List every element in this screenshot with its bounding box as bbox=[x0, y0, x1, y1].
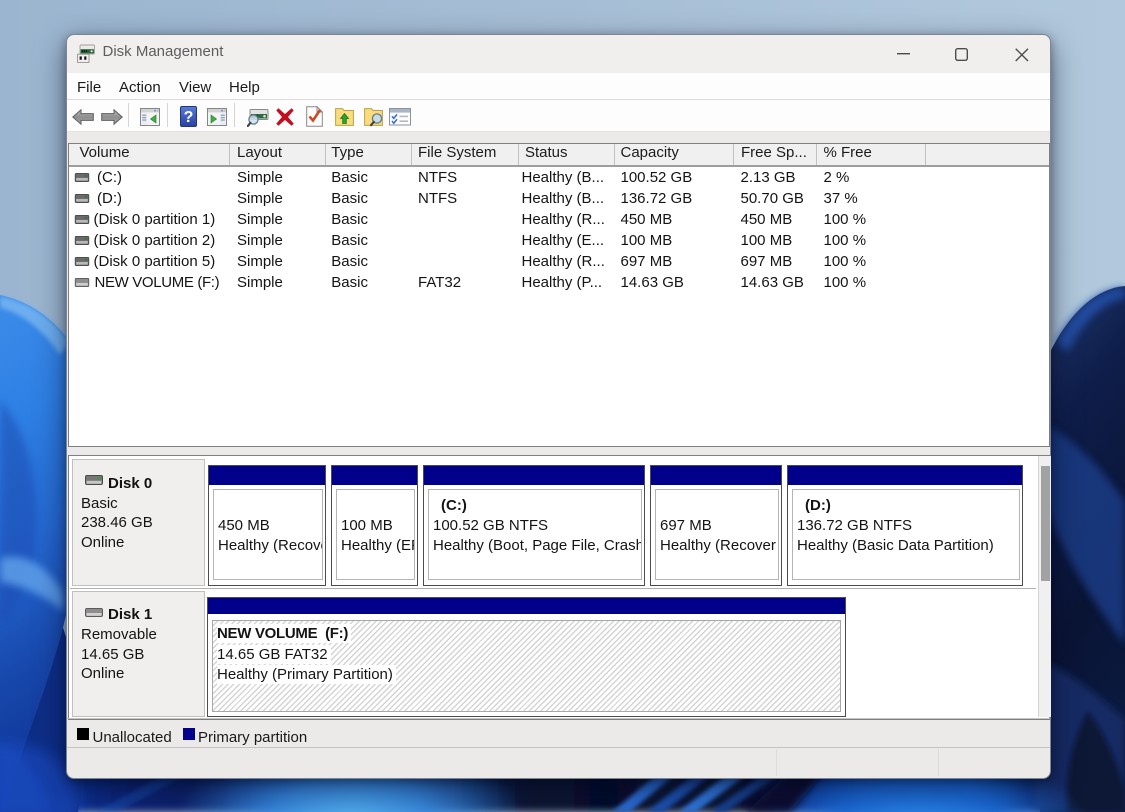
svg-text:?: ? bbox=[184, 109, 194, 126]
